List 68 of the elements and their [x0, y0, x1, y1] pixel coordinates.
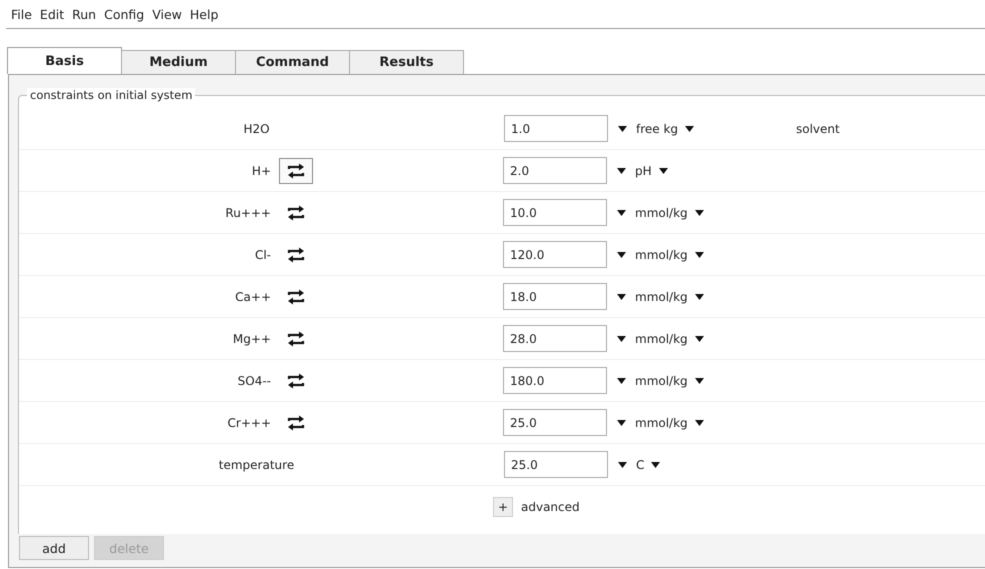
dropdown-arrow-icon[interactable] [694, 252, 704, 258]
species-label: Cl- [254, 248, 271, 262]
add-button[interactable]: add [19, 536, 89, 560]
expand-toggle[interactable]: + [493, 497, 513, 517]
menu-item[interactable]: File [8, 6, 37, 22]
tab[interactable]: Results [349, 50, 464, 74]
note-label: solvent [796, 122, 840, 136]
dropdown-arrow-icon[interactable] [616, 252, 626, 258]
menu-item[interactable]: View [149, 6, 187, 22]
swap-icon [287, 246, 305, 262]
unit-dropdown[interactable]: pH [635, 164, 652, 178]
species-label: temperature [218, 458, 296, 472]
value-field[interactable]: 10.0 [503, 199, 607, 226]
menu-item[interactable]: Help [186, 6, 224, 22]
dropdown-arrow-icon[interactable] [618, 126, 626, 132]
dropdown-arrow-icon[interactable] [616, 294, 626, 300]
dropdown-arrow-icon[interactable] [658, 168, 668, 174]
value-field[interactable]: 1.0 [504, 115, 608, 142]
swap-icon [287, 330, 305, 346]
swap-icon [287, 162, 305, 178]
dropdown-arrow-icon[interactable] [685, 126, 694, 132]
value-field[interactable]: 2.0 [503, 157, 607, 184]
swap-icon [287, 372, 305, 388]
tab[interactable]: Command [235, 50, 350, 74]
value-field[interactable]: 28.0 [503, 325, 607, 352]
species-label: Mg++ [232, 332, 271, 346]
menu-item[interactable]: Edit [36, 6, 70, 22]
dropdown-arrow-icon[interactable] [616, 210, 626, 216]
dropdown-arrow-icon[interactable] [616, 378, 626, 384]
dropdown-arrow-icon[interactable] [616, 336, 626, 342]
dropdown-arrow-icon[interactable] [616, 168, 626, 174]
dropdown-arrow-icon[interactable] [694, 378, 704, 384]
tab[interactable]: Basis [7, 47, 122, 74]
dropdown-arrow-icon[interactable] [651, 462, 660, 468]
unit-dropdown[interactable]: mmol/kg [635, 332, 688, 346]
unit-dropdown[interactable]: C [636, 458, 644, 472]
menu-item[interactable]: Config [101, 6, 150, 22]
dropdown-arrow-icon[interactable] [616, 420, 626, 426]
dropdown-arrow-icon[interactable] [618, 462, 626, 468]
dropdown-arrow-icon[interactable] [694, 294, 704, 300]
unit-dropdown[interactable]: mmol/kg [635, 374, 688, 388]
species-label: Ca++ [234, 290, 271, 304]
menu-item[interactable]: Run [69, 6, 102, 22]
dropdown-arrow-icon[interactable] [694, 210, 704, 216]
swap-icon [287, 204, 305, 220]
unit-dropdown[interactable]: free kg [636, 122, 678, 136]
swap-icon [287, 288, 305, 304]
advanced-label: advanced [521, 500, 580, 514]
species-label: H2O [242, 122, 271, 136]
value-field[interactable]: 25.0 [504, 451, 608, 478]
species-label: Cr+++ [226, 416, 271, 430]
dropdown-arrow-icon[interactable] [694, 336, 704, 342]
species-label: SO4-- [236, 374, 271, 388]
swap-icon [287, 414, 305, 430]
unit-dropdown[interactable]: mmol/kg [635, 248, 688, 262]
unit-dropdown[interactable]: mmol/kg [635, 290, 688, 304]
unit-dropdown[interactable]: mmol/kg [635, 206, 688, 220]
tab[interactable]: Medium [121, 50, 236, 74]
swap-button[interactable] [279, 158, 313, 184]
unit-dropdown[interactable]: mmol/kg [635, 416, 688, 430]
value-field[interactable]: 25.0 [503, 409, 607, 436]
value-field[interactable]: 180.0 [503, 367, 607, 394]
dropdown-arrow-icon[interactable] [694, 420, 704, 426]
species-label: H+ [250, 164, 271, 178]
group-title: constraints on initial system [27, 88, 196, 102]
species-label: Ru+++ [224, 206, 271, 220]
value-field[interactable]: 18.0 [503, 283, 607, 310]
value-field[interactable]: 120.0 [503, 241, 607, 268]
